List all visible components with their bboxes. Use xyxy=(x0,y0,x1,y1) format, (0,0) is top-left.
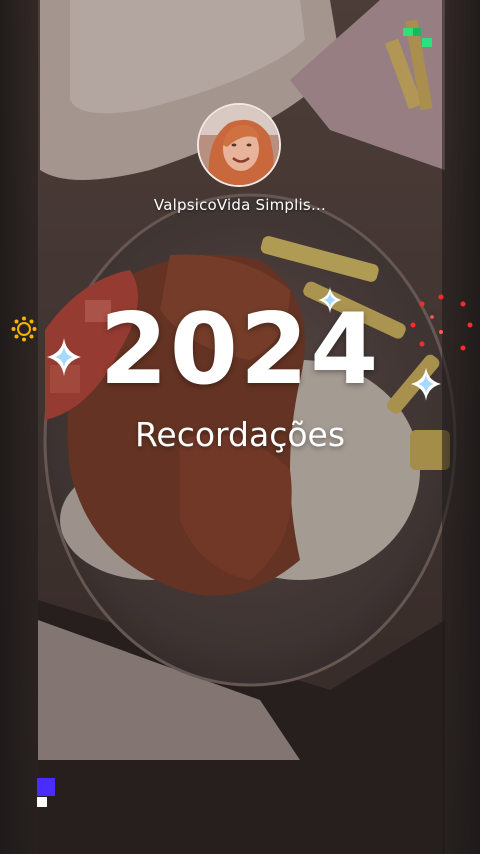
title-subtitle: Recordações xyxy=(134,415,346,454)
avatar[interactable] xyxy=(197,103,281,187)
right-edge-shade xyxy=(442,0,480,854)
sparkle-icon xyxy=(411,367,441,401)
story-username[interactable]: ValpsicoVida Simplis… xyxy=(100,196,380,214)
pixel-block-icon xyxy=(37,778,55,807)
sparkle-icon xyxy=(47,338,81,376)
title-year: 2024 xyxy=(99,293,381,407)
avatar-image xyxy=(199,105,279,185)
pixel-deco-icon xyxy=(403,28,432,47)
left-edge-shade xyxy=(0,0,38,854)
sparkle-icon xyxy=(318,287,342,313)
sun-ring-icon xyxy=(11,316,37,342)
firework-icon xyxy=(410,294,473,351)
